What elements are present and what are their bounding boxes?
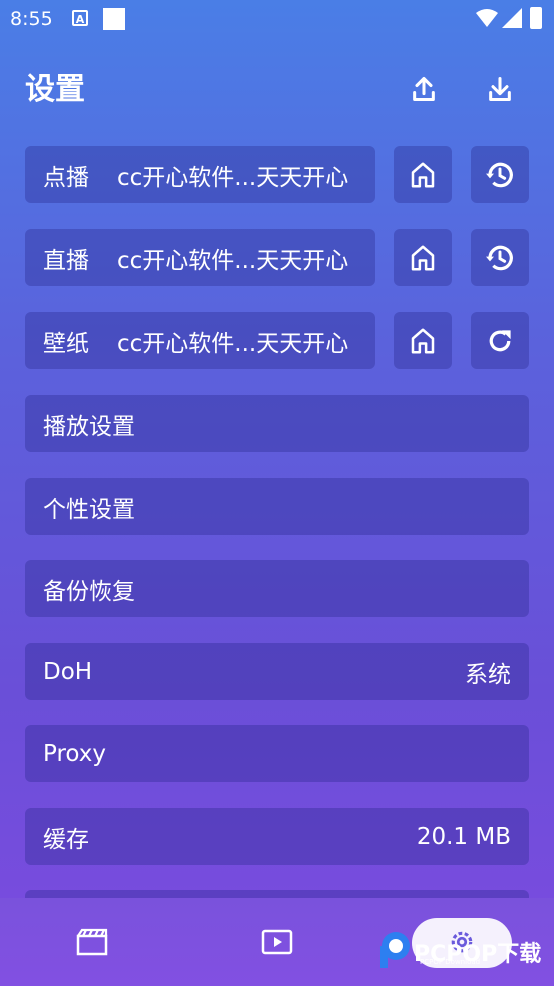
wallpaper-label: 壁纸 (43, 330, 89, 357)
battery-icon (530, 7, 542, 29)
vod-source-row[interactable]: 点播 cc开心软件...天天开心 (25, 146, 375, 203)
history-icon (486, 162, 513, 187)
home-icon (411, 245, 435, 270)
playback-settings-label: 播放设置 (43, 413, 135, 440)
proxy-row[interactable]: Proxy (25, 725, 529, 782)
upload-button[interactable] (407, 72, 441, 106)
wallpaper-refresh-button[interactable] (471, 312, 529, 369)
doh-value: 系统 (465, 661, 511, 688)
notification-a-icon: A (72, 10, 88, 26)
cache-label: 缓存 (43, 826, 89, 853)
status-bar: 8:55 A (0, 0, 554, 38)
play-icon (261, 929, 293, 955)
film-icon (76, 928, 108, 956)
nav-live-button[interactable] (257, 922, 297, 962)
download-button[interactable] (483, 72, 517, 106)
wallpaper-home-button[interactable] (394, 312, 452, 369)
personal-settings-row[interactable]: 个性设置 (25, 478, 529, 535)
live-label: 直播 (43, 247, 89, 274)
live-source-row[interactable]: 直播 cc开心软件...天天开心 (25, 229, 375, 286)
cache-value: 20.1 MB (416, 823, 511, 850)
upload-icon (413, 76, 435, 102)
backup-restore-row[interactable]: 备份恢复 (25, 560, 529, 617)
vod-value: cc开心软件...天天开心 (117, 164, 349, 191)
download-icon (489, 76, 511, 102)
doh-label: DoH (43, 658, 93, 685)
watermark-logo (380, 932, 410, 968)
history-icon (486, 245, 513, 270)
status-time: 8:55 (10, 8, 53, 30)
home-icon (411, 328, 435, 353)
proxy-label: Proxy (43, 740, 107, 767)
cache-row[interactable]: 缓存 20.1 MB (25, 808, 529, 865)
live-value: cc开心软件...天天开心 (117, 247, 349, 274)
live-history-button[interactable] (471, 229, 529, 286)
notification-square-icon (103, 8, 125, 30)
personal-settings-label: 个性设置 (43, 496, 135, 523)
page-title: 设置 (25, 72, 85, 107)
wallpaper-value: cc开心软件...天天开心 (117, 330, 349, 357)
signal-icon (502, 8, 522, 28)
wifi-icon (476, 9, 498, 27)
vod-home-button[interactable] (394, 146, 452, 203)
refresh-icon (489, 329, 511, 351)
vod-label: 点播 (43, 164, 89, 191)
backup-restore-label: 备份恢复 (43, 578, 135, 605)
doh-row[interactable]: DoH 系统 (25, 643, 529, 700)
nav-vod-button[interactable] (72, 922, 112, 962)
watermark-sub: PCPOP Download (420, 958, 481, 966)
playback-settings-row[interactable]: 播放设置 (25, 395, 529, 452)
home-icon (411, 162, 435, 187)
wallpaper-source-row[interactable]: 壁纸 cc开心软件...天天开心 (25, 312, 375, 369)
live-home-button[interactable] (394, 229, 452, 286)
vod-history-button[interactable] (471, 146, 529, 203)
